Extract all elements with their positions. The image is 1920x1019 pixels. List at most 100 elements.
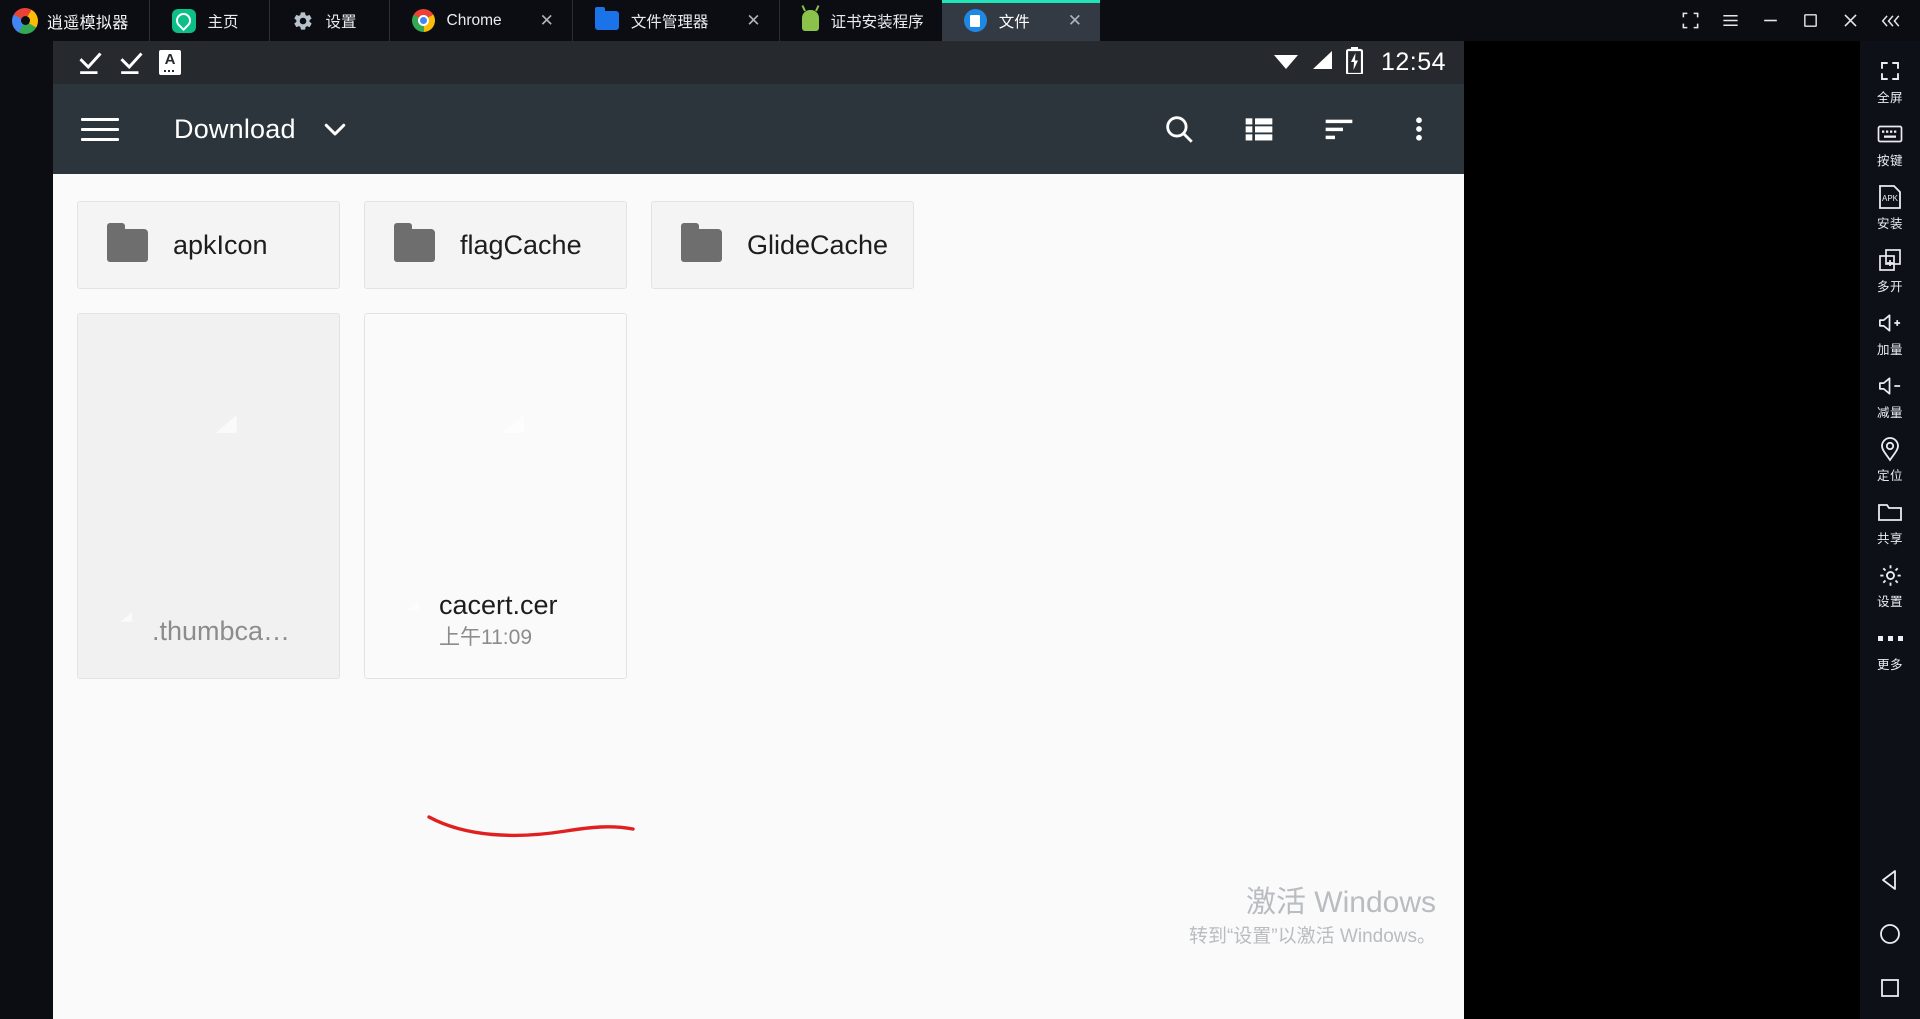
volume-up-icon (1877, 310, 1903, 336)
folder-item[interactable]: apkIcon (77, 201, 340, 289)
sidebar-item-multi-instance[interactable]: 多开 (1860, 238, 1920, 301)
emulator-titlebar: 逍遥模拟器 主页 设置 Chrome ✕ 文件管理器 ✕ 证书安装程序 文件 ✕ (0, 0, 1920, 41)
close-button[interactable] (1830, 0, 1870, 41)
watermark-title: 激活 Windows (1245, 886, 1436, 919)
sidebar-item-location[interactable]: 定位 (1860, 427, 1920, 490)
tab-file-manager[interactable]: 文件管理器 ✕ (571, 0, 779, 41)
keyboard-icon (1877, 121, 1903, 147)
minimize-button[interactable] (1750, 0, 1790, 41)
more-dots-icon (1877, 625, 1903, 651)
download-complete-icon (77, 49, 104, 76)
folder-item[interactable]: flagCache (364, 201, 627, 289)
file-item[interactable]: cacert.cer 上午11:09 (364, 313, 627, 679)
toolbar-actions (1160, 110, 1438, 148)
sidebar-item-keys[interactable]: 按键 (1860, 112, 1920, 175)
sidebar-item-label: 全屏 (1876, 91, 1903, 105)
sidebar-item-label: 按键 (1876, 154, 1903, 168)
tab-home[interactable]: 主页 (148, 0, 269, 41)
chevron-down-icon[interactable] (320, 114, 350, 144)
multi-instance-icon (1877, 247, 1903, 273)
file-name: cacert.cer (439, 590, 558, 620)
sidebar-item-label: 安装 (1876, 217, 1903, 231)
document-icon (181, 415, 237, 485)
sidebar-item-share[interactable]: 共享 (1860, 490, 1920, 553)
tab-files[interactable]: 文件 ✕ (941, 0, 1100, 41)
file-meta: .thumbca… (78, 612, 339, 678)
sidebar-item-label: 更多 (1876, 658, 1903, 672)
tab-close-icon[interactable]: ✕ (514, 12, 554, 29)
file-name: .thumbca… (152, 616, 291, 646)
sidebar-item-label: 减量 (1876, 406, 1903, 420)
search-icon[interactable] (1160, 110, 1198, 148)
app-toolbar: Download (53, 84, 1464, 174)
chrome-icon (411, 9, 435, 32)
sidebar-item-label: 共享 (1876, 532, 1903, 546)
tab-label: Chrome (446, 11, 502, 29)
folder-name: GlideCache (747, 229, 889, 260)
sort-icon[interactable] (1320, 110, 1358, 148)
battery-charging-icon (1345, 46, 1364, 79)
wifi-icon (1272, 49, 1300, 76)
folder-icon (681, 222, 722, 262)
snap-layout-button[interactable] (1670, 0, 1710, 41)
home-circle-icon[interactable] (1877, 920, 1904, 947)
document-icon (389, 600, 419, 639)
hamburger-menu-icon[interactable] (77, 106, 123, 152)
brand-label: 逍遥模拟器 (47, 14, 129, 32)
file-browser-content: apkIcon flagCache GlideCache .thumbca… c… (53, 174, 1464, 1019)
tab-label: 主页 (207, 13, 239, 31)
tab-settings[interactable]: 设置 (268, 0, 389, 41)
tab-close-icon[interactable]: ✕ (720, 12, 760, 29)
volume-down-icon (1877, 373, 1903, 399)
folder-blue-icon (594, 7, 619, 30)
sidebar-item-volume-down[interactable]: 减量 (1860, 364, 1920, 427)
back-triangle-icon[interactable] (1877, 866, 1904, 893)
home-icon (171, 8, 196, 33)
file-timestamp: 上午11:09 (439, 626, 532, 649)
maximize-button[interactable] (1790, 0, 1830, 41)
menu-button[interactable] (1710, 0, 1750, 41)
tab-close-icon[interactable]: ✕ (1042, 12, 1082, 29)
red-annotation-underline (427, 815, 635, 838)
sidebar-item-label: 定位 (1876, 469, 1903, 483)
tab-label: 文件 (998, 13, 1030, 31)
tab-cert-installer[interactable]: 证书安装程序 (778, 0, 942, 41)
tab-label: 文件管理器 (630, 13, 709, 31)
folder-icon (394, 222, 435, 262)
tab-chrome[interactable]: Chrome ✕ (388, 0, 572, 41)
file-thumbnail (365, 314, 626, 586)
tab-label: 证书安装程序 (830, 13, 924, 31)
watermark-subtitle: 转到“设置”以激活 Windows。 (1188, 926, 1436, 947)
brand-area: 逍遥模拟器 (0, 0, 149, 41)
fullscreen-icon (1877, 58, 1903, 84)
sidebar-item-settings[interactable]: 设置 (1860, 553, 1920, 616)
sidebar-item-fullscreen[interactable]: 全屏 (1860, 49, 1920, 112)
collapse-button[interactable] (1870, 0, 1910, 41)
folder-row: apkIcon flagCache GlideCache (53, 201, 1464, 289)
tab-strip: 主页 设置 Chrome ✕ 文件管理器 ✕ 证书安装程序 文件 ✕ (148, 0, 1648, 41)
emulator-sidebar: 全屏 按键 APK 安装 多开 加量 减量 定位 共享 设置 更多 (1464, 41, 1920, 1019)
recents-square-icon[interactable] (1877, 974, 1904, 1001)
status-notification-icons: A (77, 49, 181, 76)
sidebar-item-install[interactable]: APK 安装 (1860, 175, 1920, 238)
view-mode-icon[interactable] (1240, 110, 1278, 148)
status-clock: 12:54 (1380, 48, 1446, 76)
emulator-window: 逍遥模拟器 主页 设置 Chrome ✕ 文件管理器 ✕ 证书安装程序 文件 ✕… (0, 0, 1920, 1019)
overflow-menu-icon[interactable] (1400, 110, 1438, 148)
file-item[interactable]: .thumbca… (77, 313, 340, 679)
document-icon (468, 415, 524, 485)
cellular-signal-icon (1311, 49, 1335, 76)
android-status-bar: A 12:54 (53, 41, 1464, 84)
status-system-icons: 12:54 (1272, 46, 1446, 79)
android-icon (801, 10, 819, 31)
files-app-icon (963, 9, 987, 32)
file-thumbnail (78, 314, 339, 586)
android-screen: A 12:54 Download apkIcon flagCache Glide… (53, 41, 1464, 1019)
svg-text:APK: APK (1882, 194, 1899, 203)
sidebar-item-volume-up[interactable]: 加量 (1860, 301, 1920, 364)
folder-item[interactable]: GlideCache (651, 201, 914, 289)
shared-folder-icon (1877, 499, 1903, 525)
ime-indicator-icon: A (159, 50, 181, 75)
sidebar-item-more[interactable]: 更多 (1860, 616, 1920, 679)
tab-label: 设置 (325, 13, 357, 31)
